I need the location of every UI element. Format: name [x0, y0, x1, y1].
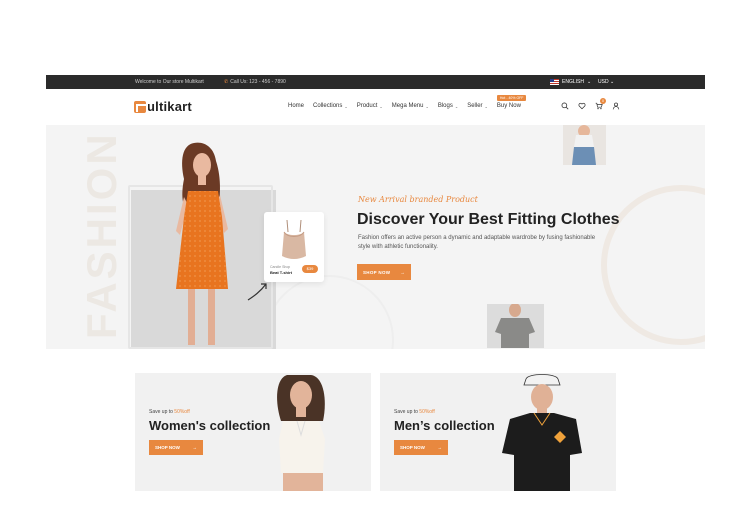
hero-bg-word: FASHION — [78, 131, 125, 339]
hero-shop-now-button[interactable]: SHOP NOW → — [357, 264, 411, 280]
currency-select[interactable]: USD ⌄ — [598, 79, 614, 85]
decor-circle — [264, 275, 394, 349]
us-flag-icon — [550, 79, 559, 85]
nav-buy-now[interactable]: Hot - 40% OFF Buy Now — [496, 95, 527, 109]
hero-description: Fashion offers an active person a dynami… — [358, 235, 596, 250]
save-percent: 50%off — [174, 409, 190, 415]
nav-label: Seller — [467, 103, 483, 109]
save-text: Save up to 50%off — [149, 409, 190, 415]
women-model-image — [277, 375, 325, 491]
product-top-image — [282, 219, 306, 259]
cart-icon[interactable]: 0 — [595, 98, 606, 110]
logo-mark-icon — [134, 100, 148, 113]
nav-label: Blogs — [437, 103, 453, 109]
save-prefix: Save up to — [149, 409, 175, 415]
currency-label: USD — [598, 79, 609, 85]
top-bar: Welcome to Our store Multikart ✆ Call Us:… — [46, 75, 705, 89]
chevron-down-icon: ⌄ — [586, 79, 592, 85]
nav-label: Collections — [313, 103, 343, 109]
nav-seller[interactable]: Seller ⌄ — [467, 103, 488, 109]
language-label: ENGLISH — [562, 79, 584, 85]
model-woman-image — [176, 142, 228, 345]
collection-title: Men’s collection — [394, 418, 495, 433]
button-label: SHOP NOW — [363, 269, 391, 275]
product-price-badge: $39 — [302, 265, 318, 273]
nav-home[interactable]: Home — [288, 103, 304, 109]
hero-headline: Discover Your Best Fitting Clothes — [357, 211, 620, 228]
nav-blogs[interactable]: Blogs ⌄ — [438, 103, 458, 109]
save-percent: 50%off — [419, 409, 435, 415]
nav-mega-menu[interactable]: Mega Menu ⌄ — [392, 103, 429, 109]
women-collection-card[interactable]: Save up to 50%off Women's collection SHO… — [135, 373, 371, 491]
chevron-down-icon: ⌄ — [609, 79, 615, 85]
nav-collections[interactable]: Collections ⌄ — [313, 103, 348, 109]
arrow-right-icon: → — [192, 445, 198, 450]
button-label: SHOP NOW — [155, 445, 180, 450]
hero-eyebrow: New Arrival branded Product — [358, 195, 478, 204]
button-label: SHOP NOW — [400, 445, 425, 450]
men-model-image — [502, 374, 582, 491]
decor-circle — [601, 185, 705, 345]
call-text: Call Us: 123 - 456 - 7890 — [230, 79, 286, 85]
chevron-down-icon: ⌄ — [484, 103, 488, 109]
search-icon[interactable] — [561, 102, 569, 110]
welcome-text: Welcome to Our store Multikart — [135, 79, 204, 85]
hot-tag: Hot - 40% OFF — [496, 95, 527, 101]
curved-arrow-icon — [247, 283, 267, 301]
women-shop-now-button[interactable]: SHOP NOW → — [149, 440, 203, 455]
product-name: Beat T-shirt — [270, 270, 293, 275]
chevron-down-icon: ⌄ — [425, 103, 429, 109]
save-text: Save up to 50%off — [394, 409, 435, 415]
cart-count-badge: 0 — [600, 98, 606, 104]
arrow-right-icon: → — [400, 269, 405, 275]
hero-banner: FASHION Candle Shop Beat T-shirt $39 New… — [46, 125, 705, 349]
chevron-down-icon: ⌄ — [454, 103, 459, 109]
main-nav: Home Collections ⌄ Product ⌄ Mega Menu ⌄ Bl… — [288, 95, 527, 109]
header-icons: 0 — [561, 98, 620, 110]
chevron-down-icon: ⌄ — [344, 103, 348, 109]
language-select[interactable]: ENGLISH ⌄ — [550, 79, 591, 85]
main-header: ultikart Home Collections ⌄ Product ⌄ Mega… — [46, 89, 705, 125]
men-shop-now-button[interactable]: SHOP NOW → — [394, 440, 448, 455]
model-thumbnail-bottom — [487, 304, 544, 348]
save-prefix: Save up to — [394, 409, 420, 415]
arrow-right-icon: → — [437, 445, 443, 450]
phone-icon: ✆ — [224, 79, 229, 85]
logo-text: ultikart — [147, 99, 192, 114]
men-collection-card[interactable]: Save up to 50%off Men’s collection SHOP … — [380, 373, 616, 491]
call-us: ✆ Call Us: 123 - 456 - 7890 — [224, 79, 286, 85]
nav-product[interactable]: Product ⌄ — [357, 103, 383, 109]
nav-label: Buy Now — [496, 103, 521, 109]
logo[interactable]: ultikart — [134, 99, 192, 114]
model-thumbnail-top — [563, 125, 606, 165]
nav-label: Mega Menu — [391, 103, 424, 109]
nav-label: Product — [356, 103, 378, 109]
user-icon[interactable] — [612, 102, 620, 110]
chevron-down-icon: ⌄ — [379, 103, 383, 109]
product-card[interactable]: Candle Shop Beat T-shirt $39 — [264, 212, 324, 282]
product-shop: Candle Shop — [270, 265, 291, 269]
nav-label: Home — [288, 103, 305, 109]
heart-icon[interactable] — [578, 102, 586, 110]
